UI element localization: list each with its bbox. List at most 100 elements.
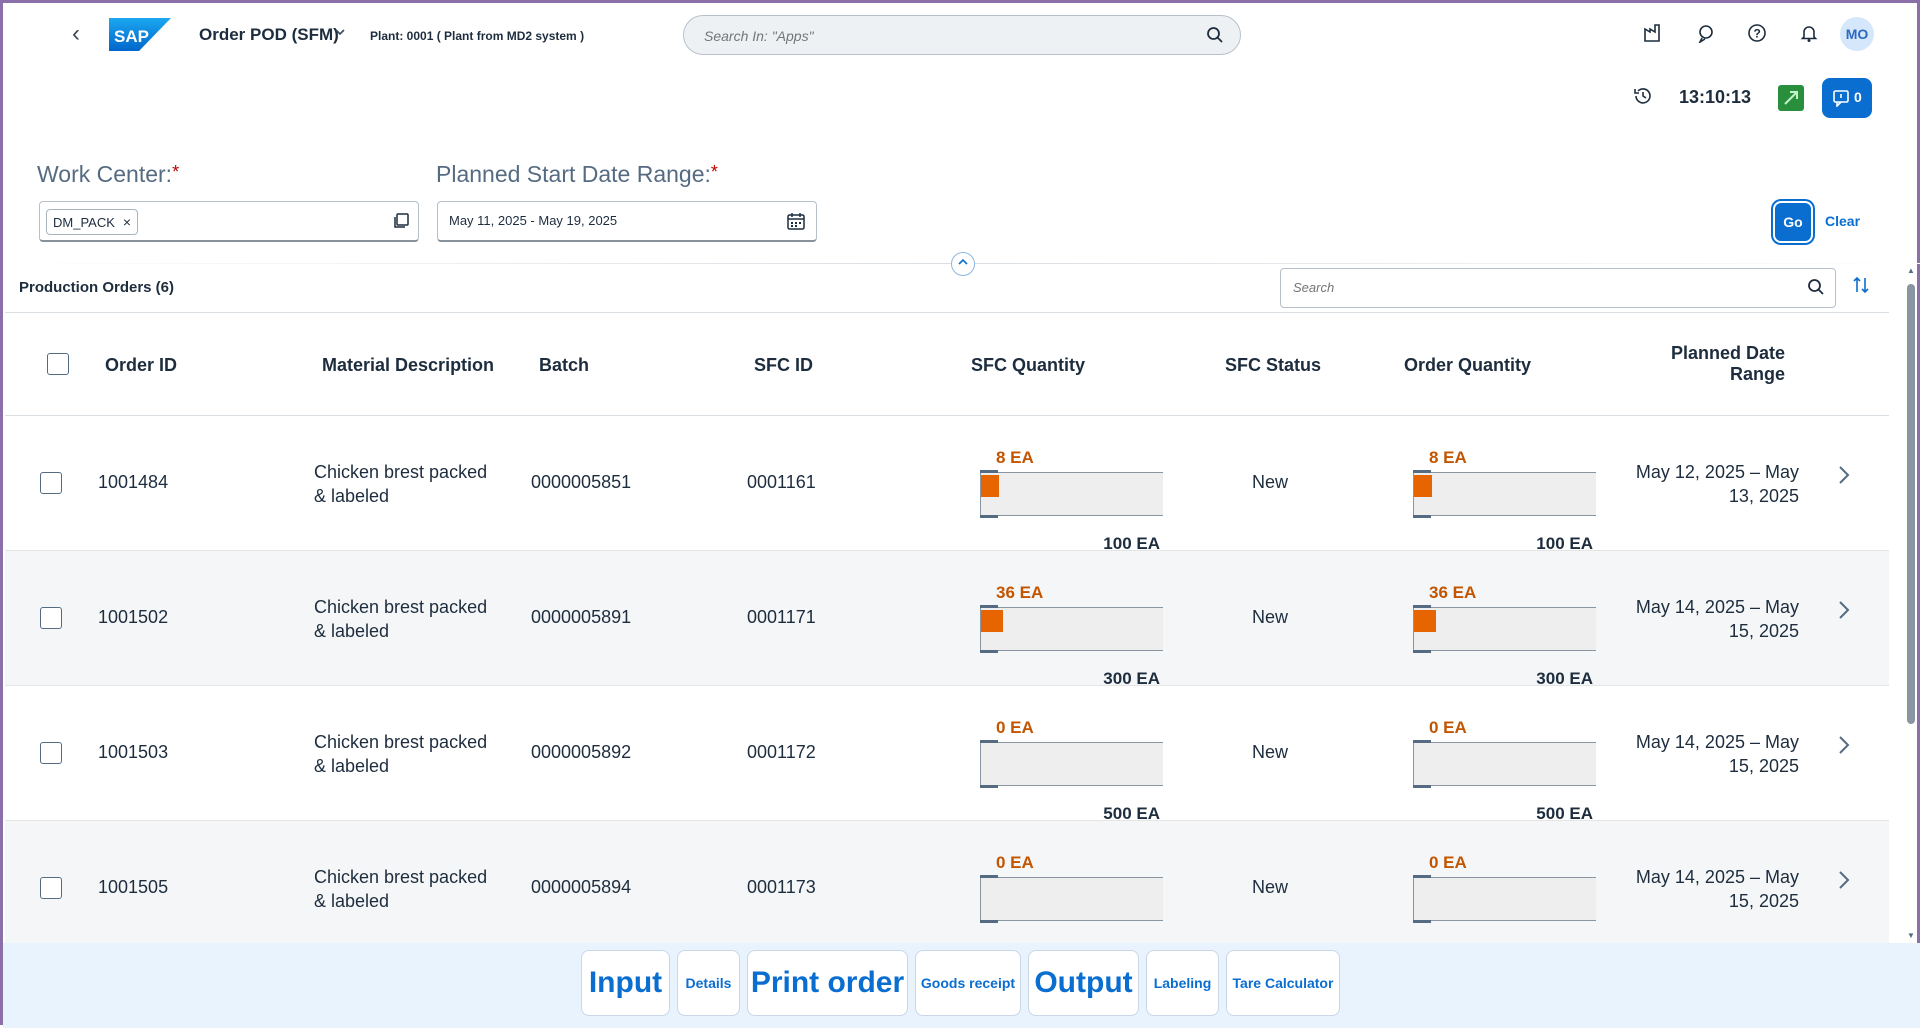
scrollbar[interactable]: ▲ ▼ bbox=[1905, 266, 1917, 940]
collapse-header-button[interactable] bbox=[951, 252, 975, 276]
progress-tick bbox=[1413, 875, 1431, 878]
token-remove-icon[interactable]: × bbox=[123, 214, 131, 230]
goods-receipt-button[interactable]: Goods receipt bbox=[915, 950, 1021, 1016]
sfc-id: 0001161 bbox=[747, 472, 816, 492]
scroll-thumb[interactable] bbox=[1907, 284, 1915, 724]
select-all-checkbox[interactable] bbox=[47, 353, 69, 375]
scroll-up-icon[interactable]: ▲ bbox=[1907, 266, 1915, 275]
feedback-icon[interactable] bbox=[1696, 23, 1720, 47]
scroll-down-icon[interactable]: ▼ bbox=[1907, 931, 1915, 940]
work-center-field[interactable]: DM_PACK × bbox=[39, 201, 419, 242]
material-line2: & labeled bbox=[314, 486, 390, 506]
history-icon[interactable] bbox=[1633, 86, 1653, 111]
chevron-up-icon bbox=[958, 258, 968, 265]
sap-logo[interactable]: SAP bbox=[109, 18, 171, 51]
row-checkbox[interactable] bbox=[40, 877, 62, 899]
progress-tick bbox=[980, 920, 998, 923]
planned-date-line1: May 14, 2025 – May bbox=[1635, 732, 1799, 752]
progress-tick bbox=[980, 470, 998, 473]
progress-tick bbox=[1413, 920, 1431, 923]
details-button[interactable]: Details bbox=[677, 950, 740, 1016]
chevron-right-icon[interactable] bbox=[1837, 869, 1851, 898]
table-search-input[interactable] bbox=[1291, 279, 1771, 296]
column-header-batch[interactable]: Batch bbox=[539, 355, 589, 376]
planned-date-line2: 15, 2025 bbox=[1728, 891, 1799, 911]
batch: 0000005851 bbox=[531, 472, 632, 492]
shell-bar: ‹ SAP Order POD (SFM) Plant: 0001 ( Plan… bbox=[3, 3, 1917, 69]
planned-date-line1: May 12, 2025 – May bbox=[1635, 462, 1799, 482]
progress-tick bbox=[980, 740, 998, 743]
column-header-material[interactable]: Material Description bbox=[322, 355, 494, 376]
column-header-sfc-id[interactable]: SFC ID bbox=[754, 355, 813, 376]
message-count: 0 bbox=[1854, 89, 1862, 105]
clear-button[interactable]: Clear bbox=[1825, 213, 1860, 229]
progress-tick bbox=[1413, 650, 1431, 653]
column-header-sfc-status[interactable]: SFC Status bbox=[1225, 355, 1321, 376]
table-row[interactable]: 1001505 Chicken brest packed & labeled 0… bbox=[5, 821, 1889, 956]
order-quantity-progress-fill bbox=[1414, 475, 1432, 497]
chevron-right-icon[interactable] bbox=[1837, 464, 1851, 493]
progress-tick bbox=[1413, 740, 1431, 743]
order-quantity-value: 36 EA bbox=[1429, 583, 1477, 602]
calendar-icon[interactable] bbox=[786, 211, 806, 236]
chevron-down-icon[interactable] bbox=[334, 25, 346, 41]
factory-icon[interactable] bbox=[1643, 23, 1667, 47]
planned-date-range: May 12, 2025 – May 13, 2025 bbox=[1605, 460, 1799, 508]
user-avatar[interactable]: MO bbox=[1840, 17, 1874, 51]
connection-status-icon[interactable] bbox=[1778, 85, 1804, 111]
chevron-right-icon[interactable] bbox=[1837, 599, 1851, 628]
tare-calculator-button[interactable]: Tare Calculator bbox=[1226, 950, 1340, 1016]
date-range-input[interactable] bbox=[447, 212, 767, 229]
row-checkbox[interactable] bbox=[40, 607, 62, 629]
progress-tick bbox=[1413, 470, 1431, 473]
table-row[interactable]: 1001502 Chicken brest packed & labeled 0… bbox=[5, 551, 1889, 688]
back-button[interactable]: ‹ bbox=[63, 21, 89, 47]
planned-date-range: May 14, 2025 – May 15, 2025 bbox=[1605, 730, 1799, 778]
progress-tick bbox=[980, 650, 998, 653]
app-title[interactable]: Order POD (SFM) bbox=[199, 25, 339, 45]
column-header-planned-date[interactable]: Planned Date Range bbox=[1665, 343, 1785, 385]
table-search[interactable] bbox=[1280, 268, 1836, 308]
sort-icon[interactable] bbox=[1851, 275, 1871, 300]
sfc-status: New bbox=[1252, 607, 1289, 627]
order-quantity-value: 0 EA bbox=[1429, 718, 1467, 737]
notification-bell-icon[interactable] bbox=[1799, 23, 1823, 47]
global-search[interactable] bbox=[683, 15, 1241, 55]
chevron-right-icon[interactable] bbox=[1837, 734, 1851, 763]
planned-date-line1: May 14, 2025 – May bbox=[1635, 867, 1799, 887]
help-icon[interactable]: ? bbox=[1747, 23, 1771, 47]
planned-date-range: May 14, 2025 – May 15, 2025 bbox=[1605, 595, 1799, 643]
table-row[interactable]: 1001503 Chicken brest packed & labeled 0… bbox=[5, 686, 1889, 823]
batch: 0000005892 bbox=[531, 742, 632, 762]
progress-tick bbox=[1413, 515, 1431, 518]
row-checkbox[interactable] bbox=[40, 472, 62, 494]
global-search-input[interactable] bbox=[702, 25, 1182, 47]
column-header-order-id[interactable]: Order ID bbox=[105, 355, 177, 376]
sfc-quantity-value: 8 EA bbox=[996, 448, 1034, 467]
svg-text:?: ? bbox=[1754, 27, 1761, 41]
labeling-button[interactable]: Labeling bbox=[1146, 950, 1219, 1016]
plant-info: Plant: 0001 ( Plant from MD2 system ) bbox=[370, 29, 585, 43]
go-button[interactable]: Go bbox=[1775, 203, 1811, 241]
material-description: Chicken brest packed & labeled bbox=[314, 595, 487, 643]
print-order-button[interactable]: Print order bbox=[747, 950, 908, 1016]
date-range-field[interactable] bbox=[437, 201, 817, 242]
message-icon bbox=[1833, 90, 1849, 107]
value-help-icon[interactable] bbox=[392, 212, 410, 235]
messages-button[interactable]: 0 bbox=[1822, 78, 1872, 118]
sfc-status: New bbox=[1252, 877, 1289, 897]
search-icon[interactable] bbox=[1206, 26, 1224, 49]
order-id: 1001502 bbox=[98, 607, 169, 627]
input-button[interactable]: Input bbox=[581, 950, 670, 1016]
order-id: 1001505 bbox=[98, 877, 169, 897]
row-checkbox[interactable] bbox=[40, 742, 62, 764]
search-icon[interactable] bbox=[1807, 278, 1825, 301]
order-id: 1001484 bbox=[98, 472, 169, 492]
table-row[interactable]: 1001484 Chicken brest packed & labeled 0… bbox=[5, 416, 1889, 553]
column-header-sfc-quantity[interactable]: SFC Quantity bbox=[971, 355, 1085, 376]
material-line2: & labeled bbox=[314, 621, 390, 641]
work-center-token[interactable]: DM_PACK × bbox=[46, 209, 139, 235]
column-header-order-quantity[interactable]: Order Quantity bbox=[1404, 355, 1531, 376]
sfc-quantity-progress-fill bbox=[981, 475, 999, 497]
output-button[interactable]: Output bbox=[1028, 950, 1139, 1016]
